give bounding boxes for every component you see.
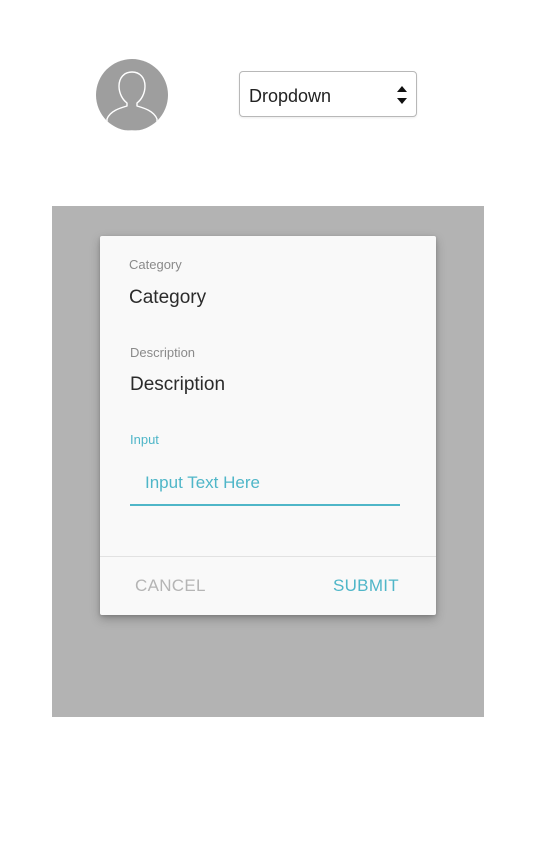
- category-caption: Category: [129, 257, 182, 272]
- page: Dropdown Category Category Description D…: [0, 0, 535, 846]
- user-silhouette-icon: [106, 71, 158, 131]
- text-input[interactable]: [130, 462, 400, 506]
- category-value: Category: [129, 287, 207, 308]
- dialog: Category Category Description Descriptio…: [100, 236, 436, 615]
- description-value: Description: [130, 374, 226, 395]
- dialog-divider: [100, 556, 436, 557]
- up-down-arrows-icon: [397, 86, 407, 104]
- submit-button[interactable]: SUBMIT: [333, 574, 399, 598]
- avatar[interactable]: [96, 59, 168, 131]
- description-caption: Description: [130, 345, 196, 360]
- dropdown-selected-value: Dropdown: [249, 86, 332, 106]
- dropdown-select[interactable]: Dropdown: [239, 71, 417, 117]
- cancel-button[interactable]: CANCEL: [135, 574, 206, 598]
- input-caption: Input: [130, 432, 159, 447]
